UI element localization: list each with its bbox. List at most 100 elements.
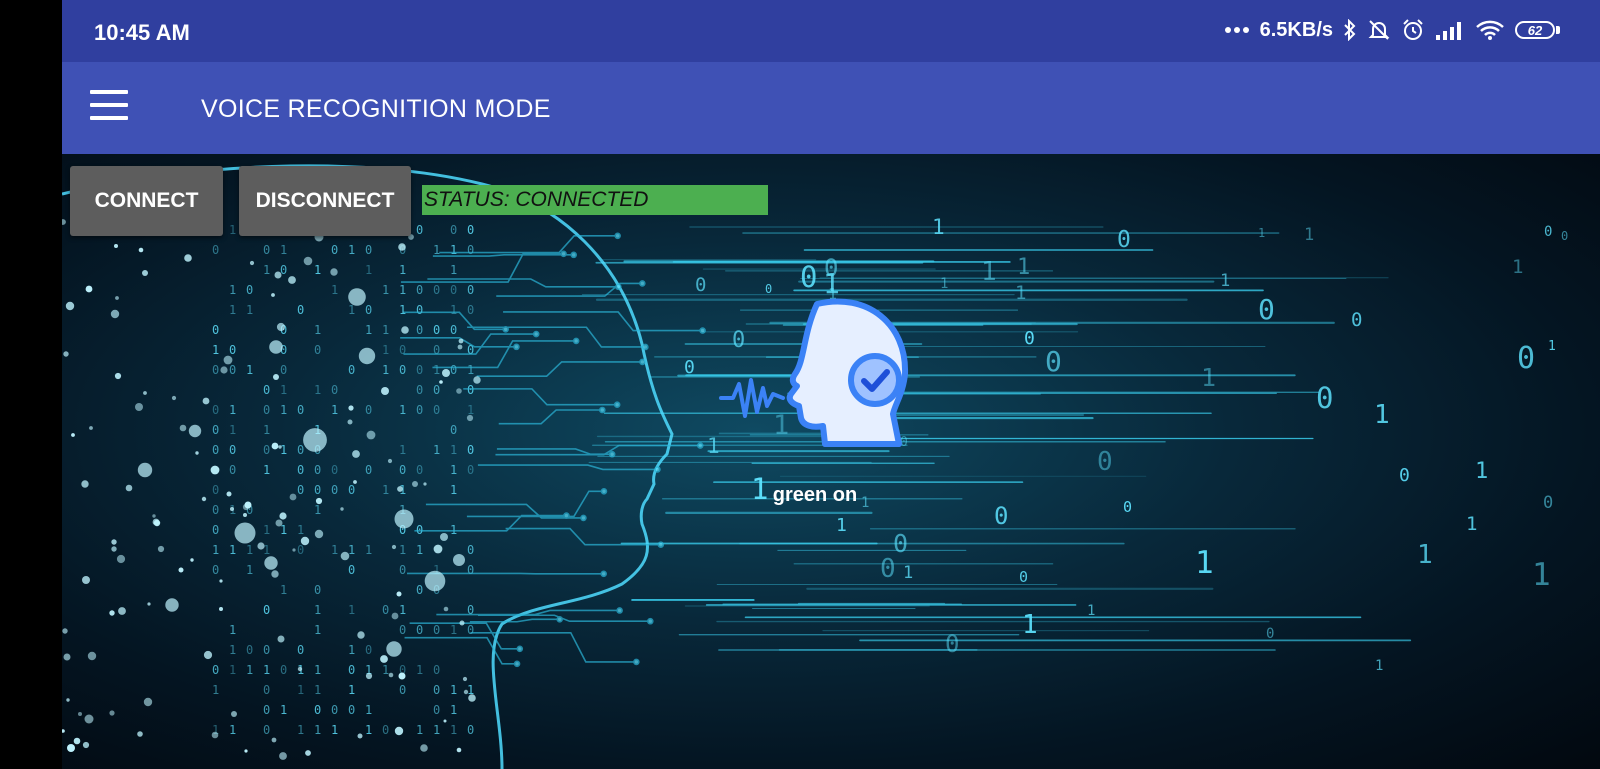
svg-text:1: 1	[1375, 658, 1383, 674]
svg-text:1: 1	[331, 543, 338, 557]
svg-text:0: 0	[382, 603, 389, 617]
svg-text:1: 1	[365, 543, 372, 557]
svg-text:0: 0	[399, 343, 406, 357]
svg-text:0: 0	[893, 529, 908, 558]
svg-text:1: 1	[1475, 459, 1488, 484]
svg-text:0: 0	[365, 303, 372, 317]
app-toolbar: VOICE RECOGNITION MODE	[62, 62, 1600, 154]
svg-text:0: 0	[467, 623, 474, 637]
svg-text:0: 0	[399, 463, 406, 477]
svg-text:0: 0	[1019, 568, 1028, 586]
svg-text:0: 0	[229, 463, 236, 477]
svg-text:0: 0	[263, 443, 270, 457]
svg-text:0: 0	[450, 363, 457, 377]
svg-text:1: 1	[416, 543, 423, 557]
svg-text:1: 1	[212, 543, 219, 557]
svg-text:0: 0	[314, 583, 321, 597]
svg-text:0: 0	[331, 483, 338, 497]
svg-text:1: 1	[1374, 400, 1390, 430]
svg-text:1: 1	[263, 423, 270, 437]
svg-text:0: 0	[433, 283, 440, 297]
svg-text:0: 0	[297, 303, 304, 317]
svg-text:0: 0	[450, 223, 457, 237]
svg-text:1: 1	[229, 623, 236, 637]
svg-text:1: 1	[229, 303, 236, 317]
hamburger-menu-icon[interactable]	[90, 90, 134, 126]
svg-text:0: 0	[212, 403, 219, 417]
svg-text:1: 1	[382, 343, 389, 357]
svg-text:1: 1	[212, 683, 219, 697]
svg-text:1: 1	[314, 263, 321, 277]
left-edge-bar	[0, 0, 62, 769]
svg-text:0: 0	[314, 483, 321, 497]
recognized-speech-text: green on	[772, 484, 858, 506]
svg-text:1: 1	[433, 443, 440, 457]
svg-text:0: 0	[263, 723, 270, 737]
voice-recognition-head-icon[interactable]	[717, 294, 917, 474]
alarm-icon	[1403, 19, 1423, 40]
disconnect-button[interactable]: DISCONNECT	[239, 166, 411, 236]
svg-text:1: 1	[399, 443, 406, 457]
svg-text:1: 1	[450, 523, 457, 537]
svg-text:1: 1	[399, 603, 406, 617]
svg-text:0: 0	[348, 363, 355, 377]
svg-text:1: 1	[246, 363, 253, 377]
svg-text:0: 0	[945, 630, 959, 658]
svg-text:1: 1	[382, 363, 389, 377]
svg-text:0: 0	[433, 623, 440, 637]
svg-text:0: 0	[433, 383, 440, 397]
svg-text:0: 0	[314, 703, 321, 717]
connect-button[interactable]: CONNECT	[70, 166, 223, 236]
svg-text:0: 0	[212, 663, 219, 677]
status-time: 10:45 AM	[94, 20, 190, 45]
svg-text:0: 0	[331, 243, 338, 257]
svg-text:0: 0	[416, 583, 423, 597]
svg-text:0: 0	[416, 283, 423, 297]
svg-text:1: 1	[280, 703, 287, 717]
svg-text:0: 0	[1543, 493, 1553, 513]
svg-text:0: 0	[348, 563, 355, 577]
svg-text:1: 1	[1512, 256, 1523, 278]
svg-text:0: 0	[212, 503, 219, 517]
svg-text:1: 1	[433, 363, 440, 377]
svg-text:0: 0	[1561, 229, 1568, 243]
svg-text:0: 0	[1045, 345, 1062, 378]
svg-text:0: 0	[695, 274, 706, 296]
svg-text:0: 0	[365, 463, 372, 477]
svg-text:1: 1	[1532, 557, 1551, 593]
svg-text:1: 1	[263, 663, 270, 677]
svg-text:1: 1	[229, 223, 236, 237]
svg-text:0: 0	[314, 343, 321, 357]
svg-text:0: 0	[263, 703, 270, 717]
svg-text:1: 1	[416, 723, 423, 737]
svg-text:0: 0	[263, 383, 270, 397]
svg-text:1: 1	[348, 243, 355, 257]
svg-text:0: 0	[1517, 341, 1535, 376]
svg-text:0: 0	[212, 563, 219, 577]
svg-text:1: 1	[229, 643, 236, 657]
signal-icon	[1436, 22, 1461, 40]
status-icons: 6.5KB/s 62	[1224, 18, 1560, 42]
svg-text:0: 0	[467, 243, 474, 257]
svg-text:1: 1	[314, 663, 321, 677]
svg-text:0: 0	[1097, 447, 1113, 477]
svg-text:1: 1	[314, 323, 321, 337]
svg-text:1: 1	[263, 463, 270, 477]
svg-text:0: 0	[416, 403, 423, 417]
svg-text:0: 0	[416, 523, 423, 537]
svg-text:1: 1	[932, 215, 945, 239]
svg-text:1: 1	[246, 303, 253, 317]
svg-text:1: 1	[467, 403, 474, 417]
svg-text:1: 1	[229, 543, 236, 557]
svg-text:1: 1	[348, 683, 355, 697]
svg-text:0: 0	[433, 343, 440, 357]
svg-text:0: 0	[416, 323, 423, 337]
svg-text:1: 1	[382, 663, 389, 677]
svg-text:1: 1	[399, 263, 406, 277]
svg-text:0: 0	[263, 603, 270, 617]
svg-text:1: 1	[297, 723, 304, 737]
svg-text:0: 0	[1544, 224, 1552, 240]
svg-text:0: 0	[229, 363, 236, 377]
svg-text:0: 0	[365, 243, 372, 257]
svg-text:1: 1	[280, 403, 287, 417]
